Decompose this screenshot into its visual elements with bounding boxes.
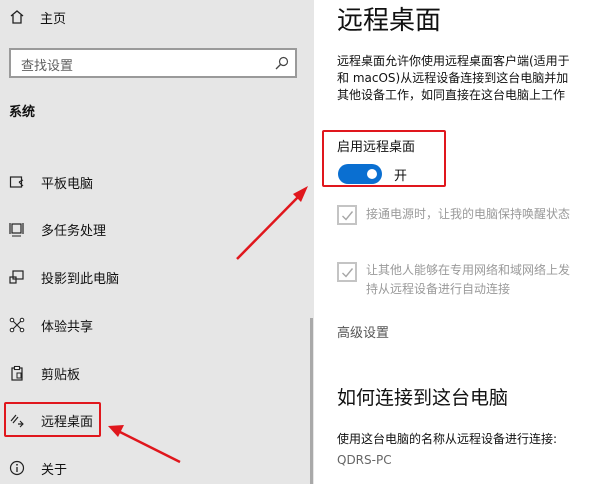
clipboard-icon [9, 365, 25, 381]
multitasking-icon [9, 221, 25, 237]
section-title-system: 系统 [9, 105, 36, 120]
enable-remote-desktop-toggle[interactable] [338, 164, 382, 184]
tablet-icon [9, 174, 25, 190]
sidebar-item-tablet[interactable]: 平板电脑 [9, 167, 93, 197]
network-level-auth-checkbox[interactable] [337, 262, 357, 282]
info-icon [9, 460, 25, 476]
sidebar-item-shared-experiences[interactable]: 体验共享 [9, 310, 93, 340]
share-icon [9, 317, 25, 333]
page-title: 远程桌面 [337, 6, 442, 36]
keep-awake-label: 接通电源时，让我的电脑保持唤醒状态 [366, 207, 571, 221]
sidebar-item-label: 关于 [41, 462, 68, 478]
network-level-auth-label-line1: 让其他人能够在专用网络和域网络上发 [366, 263, 571, 277]
checkmark-icon [342, 268, 354, 278]
search-icon[interactable] [275, 56, 289, 70]
connect-hint: 使用这台电脑的名称从远程设备进行连接: [337, 432, 558, 446]
checkmark-icon [342, 211, 354, 221]
sidebar-item-label: 投影到此电脑 [41, 271, 120, 287]
toggle-state-label: 开 [394, 169, 408, 184]
description-line: 其他设备工作，如同直接在这台电脑上工作 [337, 88, 566, 102]
sidebar: 主页 查找设置 系统 平板电脑 多任务处理 投影到此电脑 体验共享 剪贴板 远程… [0, 0, 314, 484]
pc-name: QDRS-PC [337, 453, 392, 467]
remote-desktop-annotation-box [4, 402, 101, 437]
advanced-settings-link[interactable]: 高级设置 [337, 322, 389, 341]
project-icon [9, 269, 25, 285]
sidebar-item-label: 剪贴板 [41, 367, 81, 383]
sidebar-item-multitasking[interactable]: 多任务处理 [9, 214, 106, 244]
sidebar-item-label: 多任务处理 [41, 223, 107, 239]
sidebar-item-about[interactable]: 关于 [9, 453, 67, 483]
home-link[interactable]: 主页 [9, 4, 66, 30]
toggle-knob [367, 169, 377, 179]
home-icon [10, 10, 24, 24]
settings-search-input[interactable]: 查找设置 [9, 48, 297, 78]
home-label: 主页 [40, 11, 67, 27]
sidebar-item-label: 体验共享 [41, 319, 94, 335]
sidebar-item-clipboard[interactable]: 剪贴板 [9, 358, 80, 388]
keep-awake-checkbox[interactable] [337, 205, 357, 225]
page-description: 远程桌面允许你使用远程桌面客户端(适用于 和 macOS)从远程设备连接到这台电… [337, 53, 600, 104]
description-line: 和 macOS)从远程设备连接到这台电脑并加 [337, 71, 569, 85]
how-to-connect-heading: 如何连接到这台电脑 [337, 387, 509, 409]
sidebar-item-label: 平板电脑 [41, 176, 94, 192]
description-line: 远程桌面允许你使用远程桌面客户端(适用于 [337, 54, 570, 68]
enable-remote-desktop-label: 启用远程桌面 [337, 140, 416, 155]
network-level-auth-label-line2: 持从远程设备进行自动连接 [366, 282, 511, 296]
content-pane: 远程桌面 远程桌面允许你使用远程桌面客户端(适用于 和 macOS)从远程设备连… [314, 0, 600, 484]
sidebar-item-project[interactable]: 投影到此电脑 [9, 262, 119, 292]
search-placeholder: 查找设置 [21, 59, 74, 74]
sidebar-scrollbar[interactable] [310, 318, 313, 484]
